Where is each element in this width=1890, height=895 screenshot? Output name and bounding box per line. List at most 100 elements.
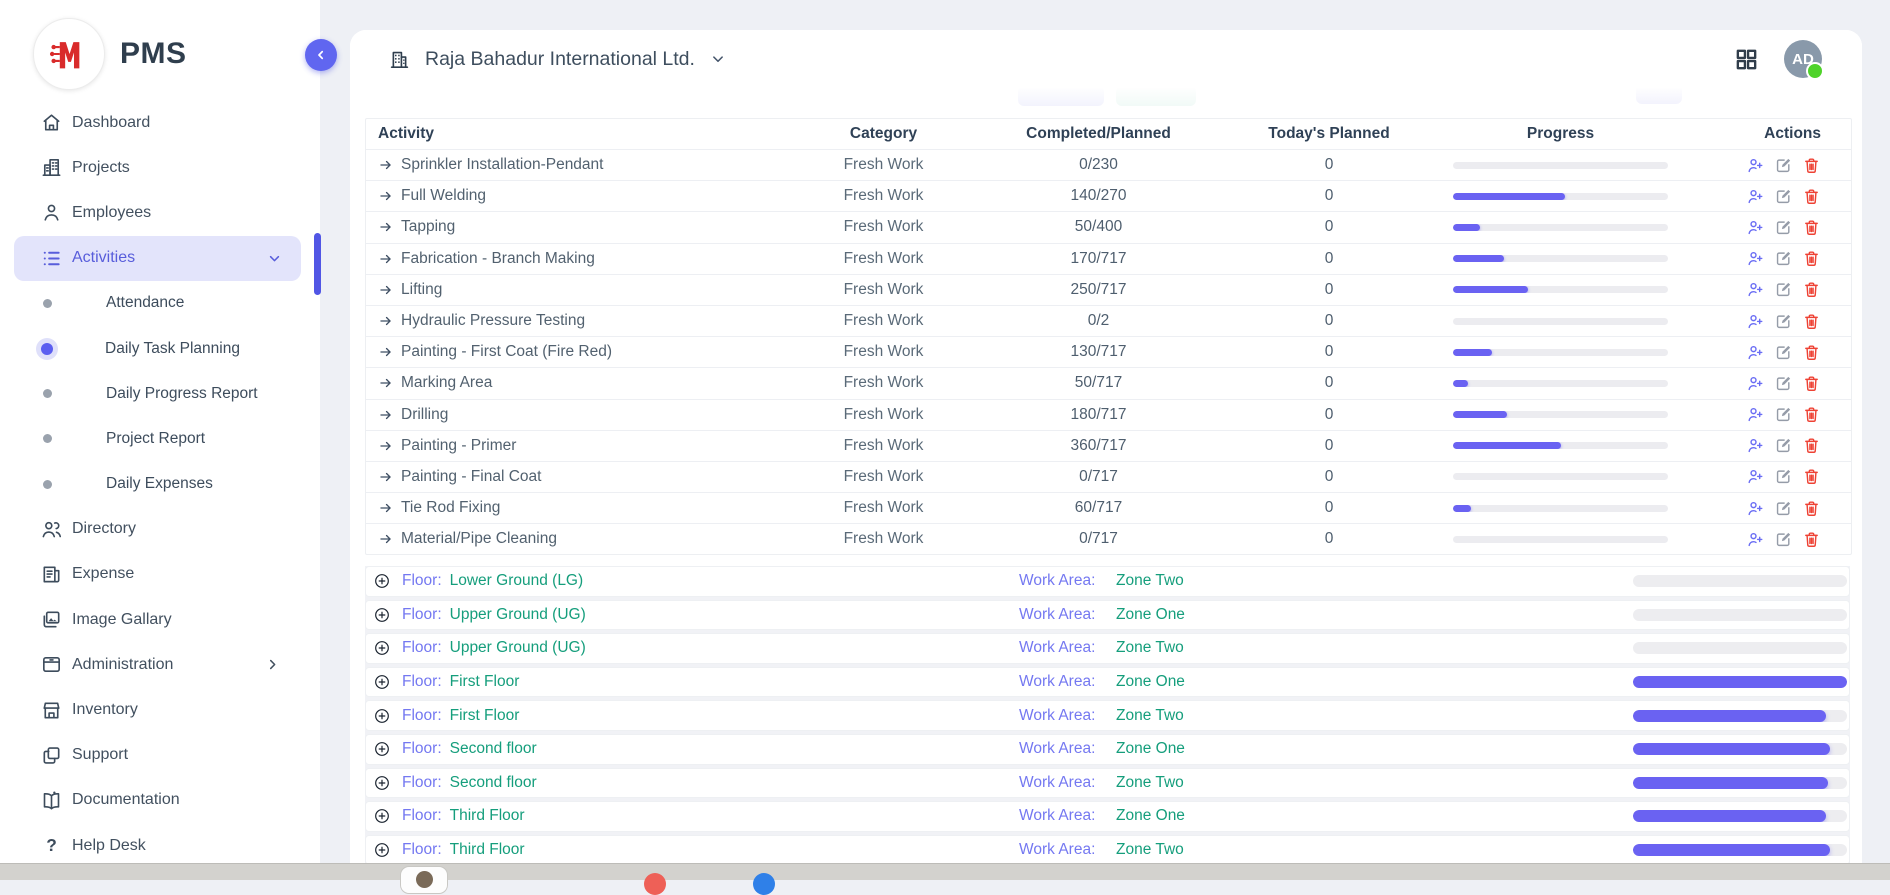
bullet-dot-icon	[43, 434, 52, 443]
edit-icon[interactable]	[1774, 467, 1793, 486]
sidebar-item-projects[interactable]: Projects	[0, 145, 320, 190]
sidebar-item-inventory[interactable]: Inventory	[0, 687, 320, 732]
sidebar-subitem-daily-expenses[interactable]: Daily Expenses	[0, 462, 320, 507]
assign-user-icon[interactable]	[1746, 312, 1765, 331]
taskbar-blue-app-icon[interactable]	[753, 873, 775, 895]
delete-icon[interactable]	[1802, 530, 1821, 549]
delete-icon[interactable]	[1802, 499, 1821, 518]
edit-icon[interactable]	[1774, 499, 1793, 518]
sidebar-subitem-daily-progress-report[interactable]: Daily Progress Report	[0, 371, 320, 416]
activity-row: Tie Rod FixingFresh Work60/7170	[366, 492, 1851, 523]
actions-cell	[1669, 187, 1851, 206]
floor-row[interactable]: Floor:Third FloorWork Area:Zone One	[365, 801, 1850, 832]
expand-plus-icon	[373, 774, 391, 792]
floor-row[interactable]: Floor:Upper Ground (UG)Work Area:Zone Tw…	[365, 633, 1850, 664]
sidebar-item-expense[interactable]: Expense	[0, 552, 320, 597]
edit-icon[interactable]	[1774, 343, 1793, 362]
sidebar-item-label: Employees	[72, 204, 281, 222]
assign-user-icon[interactable]	[1746, 156, 1765, 175]
main-card: ActivityCategoryCompleted/PlannedToday's…	[350, 30, 1862, 880]
activity-name: Marking Area	[401, 374, 492, 392]
completed-planned-cell: 50/400	[991, 218, 1206, 236]
sidebar-item-employees[interactable]: Employees	[0, 190, 320, 235]
delete-icon[interactable]	[1802, 187, 1821, 206]
progress-bar-fill	[1453, 349, 1492, 356]
assign-user-icon[interactable]	[1746, 499, 1765, 518]
assign-user-icon[interactable]	[1746, 343, 1765, 362]
floor-label: Floor:	[402, 639, 442, 657]
sidebar-subitem-attendance[interactable]: Attendance	[0, 281, 320, 326]
delete-icon[interactable]	[1802, 156, 1821, 175]
delete-icon[interactable]	[1802, 312, 1821, 331]
floor-row[interactable]: Floor:First FloorWork Area:Zone One	[365, 667, 1850, 698]
sidebar-item-documentation[interactable]: Documentation	[0, 778, 320, 823]
floor-row[interactable]: Floor:Second floorWork Area:Zone Two	[365, 768, 1850, 799]
edit-icon[interactable]	[1774, 218, 1793, 237]
sidebar-subitem-project-report[interactable]: Project Report	[0, 416, 320, 461]
work-area-label: Work Area:	[1019, 639, 1095, 657]
floor-row[interactable]: Floor:Lower Ground (LG)Work Area:Zone Tw…	[365, 566, 1850, 597]
progress-bar	[1453, 349, 1668, 356]
taskbar-red-app-icon[interactable]	[644, 873, 666, 895]
sidebar-item-activities[interactable]: Activities	[14, 236, 301, 281]
delete-icon[interactable]	[1802, 405, 1821, 424]
sidebar-subitem-daily-task-planning[interactable]: Daily Task Planning	[0, 326, 320, 371]
edit-icon[interactable]	[1774, 280, 1793, 299]
arrow-right-icon	[378, 282, 394, 298]
taskbar-photos-app-icon[interactable]	[400, 866, 448, 894]
category-cell: Fresh Work	[776, 343, 991, 361]
floor-row[interactable]: Floor:Third FloorWork Area:Zone Two	[365, 835, 1850, 866]
activity-cell: Painting - Primer	[366, 437, 776, 455]
delete-icon[interactable]	[1802, 280, 1821, 299]
actions-cell	[1669, 312, 1851, 331]
floor-progress-bar	[1633, 810, 1847, 822]
sidebar-item-image-gallary[interactable]: Image Gallary	[0, 597, 320, 642]
edit-icon[interactable]	[1774, 312, 1793, 331]
app-logo	[33, 18, 105, 90]
delete-icon[interactable]	[1802, 343, 1821, 362]
sidebar-item-administration[interactable]: Administration	[0, 642, 320, 687]
bullet-dot-icon	[43, 389, 52, 398]
delete-icon[interactable]	[1802, 374, 1821, 393]
sidebar-collapse-button[interactable]	[305, 39, 337, 71]
delete-icon[interactable]	[1802, 249, 1821, 268]
sidebar-item-directory[interactable]: Directory	[0, 507, 320, 552]
edit-icon[interactable]	[1774, 436, 1793, 455]
floor-row[interactable]: Floor:First FloorWork Area:Zone Two	[365, 700, 1850, 731]
people-icon	[40, 518, 63, 541]
assign-user-icon[interactable]	[1746, 530, 1765, 549]
work-area-value: Zone One	[1116, 740, 1185, 758]
floor-row[interactable]: Floor:Second floorWork Area:Zone One	[365, 734, 1850, 765]
completed-planned-cell: 250/717	[991, 281, 1206, 299]
assign-user-icon[interactable]	[1746, 187, 1765, 206]
floor-row[interactable]: Floor:Upper Ground (UG)Work Area:Zone On…	[365, 600, 1850, 631]
edit-icon[interactable]	[1774, 405, 1793, 424]
edit-icon[interactable]	[1774, 156, 1793, 175]
sidebar-item-dashboard[interactable]: Dashboard	[0, 100, 320, 145]
store-icon	[40, 699, 63, 722]
delete-icon[interactable]	[1802, 467, 1821, 486]
assign-user-icon[interactable]	[1746, 467, 1765, 486]
assign-user-icon[interactable]	[1746, 374, 1765, 393]
edit-icon[interactable]	[1774, 374, 1793, 393]
activity-cell: Lifting	[366, 281, 776, 299]
assign-user-icon[interactable]	[1746, 436, 1765, 455]
activity-name: Lifting	[401, 281, 442, 299]
sidebar-item-help-desk[interactable]: ?Help Desk	[0, 823, 320, 868]
avatar[interactable]: AD	[1784, 40, 1822, 78]
edit-icon[interactable]	[1774, 249, 1793, 268]
delete-icon[interactable]	[1802, 218, 1821, 237]
assign-user-icon[interactable]	[1746, 405, 1765, 424]
assign-user-icon[interactable]	[1746, 218, 1765, 237]
edit-icon[interactable]	[1774, 187, 1793, 206]
edit-icon[interactable]	[1774, 530, 1793, 549]
apps-grid-icon[interactable]	[1733, 46, 1760, 73]
completed-planned-cell: 0/717	[991, 530, 1206, 548]
company-selector[interactable]: Raja Bahadur International Ltd.	[388, 48, 727, 71]
progress-bar	[1453, 224, 1668, 231]
delete-icon[interactable]	[1802, 436, 1821, 455]
assign-user-icon[interactable]	[1746, 280, 1765, 299]
progress-bar-fill	[1453, 411, 1507, 418]
assign-user-icon[interactable]	[1746, 249, 1765, 268]
sidebar-item-support[interactable]: Support	[0, 733, 320, 778]
